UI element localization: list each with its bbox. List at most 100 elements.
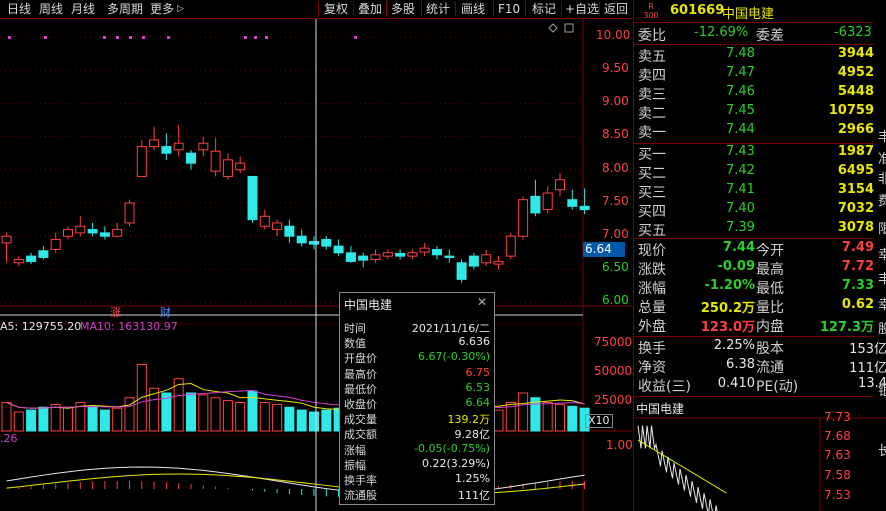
volume-bar — [493, 409, 504, 432]
popup-field-label: 时间 — [344, 322, 366, 335]
side-panel-fragment: 准 — [878, 152, 886, 167]
candle-body — [149, 139, 160, 148]
popup-field-label: 成交额 — [344, 428, 377, 442]
order-book-volume: 4952 — [837, 65, 874, 80]
order-book-price: 7.48 — [726, 46, 755, 61]
stat-value: 6.38 — [726, 357, 755, 372]
popup-title: 中国电建 — [344, 298, 393, 312]
order-book-price: 7.46 — [726, 84, 755, 99]
btn-mark[interactable]: 标记 — [532, 0, 556, 18]
order-book-volume: 3078 — [837, 220, 874, 235]
popup-field-label: 流通股 — [344, 489, 377, 503]
order-book-label: 卖三 — [638, 87, 666, 103]
tab-more[interactable]: 更多 — [150, 0, 174, 18]
btn-add-watchlist[interactable]: +自选 — [565, 0, 599, 18]
candle-body — [235, 162, 246, 171]
btn-draw-line[interactable]: 画线 — [461, 0, 485, 18]
stat-label: 换手 — [638, 341, 666, 357]
popup-field-label: 数值 — [344, 337, 366, 351]
btn-f10[interactable]: F10 — [498, 0, 520, 18]
popup-field-label: 最高价 — [344, 367, 377, 381]
order-book-label: 卖一 — [638, 125, 666, 141]
tab-daily[interactable]: 日线 — [7, 0, 31, 18]
tab-multi-period[interactable]: 多周期 — [107, 0, 143, 18]
btn-overlay[interactable]: 叠加 — [358, 0, 382, 18]
candle-body — [186, 152, 196, 164]
side-panel-fragment: 幸 — [878, 248, 886, 263]
stat-value: 7.44 — [722, 240, 755, 255]
volume-bar — [259, 402, 270, 432]
box-icon[interactable] — [564, 23, 574, 33]
btn-multi-stock[interactable]: 多股 — [391, 0, 415, 18]
signal-marker — [129, 36, 132, 39]
macd-axis-label: 1.00 — [606, 438, 633, 452]
stat-label: 股本 — [756, 341, 784, 357]
kline-chart[interactable] — [0, 19, 632, 511]
stat-value: 7.49 — [841, 240, 874, 255]
more-arrow-icon[interactable]: ▷ — [177, 0, 184, 18]
popup-field-label: 换手率 — [344, 474, 377, 487]
order-book-volume: 3154 — [837, 182, 874, 197]
signal-marker — [254, 36, 257, 39]
badge-bottom: 300 — [643, 11, 659, 20]
volume-bar — [321, 409, 332, 432]
mini-axis-label: 7.73 — [824, 410, 851, 424]
side-panel-fragment: 限 — [878, 222, 886, 237]
stat-label: 今开 — [756, 243, 784, 259]
close-icon[interactable]: ✕ — [477, 295, 487, 309]
stock-code: 601669 — [670, 3, 725, 18]
macd-label: .26 — [0, 432, 18, 445]
volume-bar — [198, 394, 209, 432]
signal-marker — [8, 36, 11, 39]
candle-body — [370, 254, 381, 260]
candle-body — [136, 146, 147, 177]
order-book-label: 卖五 — [638, 49, 666, 65]
btn-adjust[interactable]: 复权 — [324, 0, 348, 18]
vol-unit-tag: X10 — [585, 414, 613, 428]
volume-bar — [555, 403, 565, 432]
stat-label: 总量 — [638, 300, 666, 316]
candle-body — [395, 252, 406, 257]
volume-bar — [173, 378, 184, 432]
finance-annotation[interactable]: 财 — [160, 304, 171, 320]
price-axis-label: 9.00 — [602, 94, 629, 108]
popup-field-value: 6.67(-0.30%) — [418, 350, 490, 364]
order-book-price: 7.39 — [726, 220, 755, 235]
stat-value: 7.33 — [841, 278, 874, 293]
badge-top: R — [648, 2, 654, 11]
tab-monthly[interactable]: 月线 — [71, 0, 95, 18]
candle-body — [493, 260, 504, 265]
order-book-volume: 6495 — [837, 163, 874, 178]
candle-body — [358, 255, 369, 261]
signal-marker — [265, 36, 268, 39]
candle-body — [247, 175, 258, 221]
candle-body — [555, 179, 565, 191]
candle-body — [1, 235, 12, 244]
order-book-label: 买四 — [638, 204, 666, 220]
period-toolbar: 日线 周线 月线 多周期 更多 ▷ 复权 叠加 多股 统计 画线 F10 标记 … — [0, 0, 632, 19]
limit-up-annotation[interactable]: 涨 — [110, 304, 121, 320]
price-axis-label: 7.00 — [602, 227, 629, 241]
btn-back[interactable]: 返回 — [604, 0, 628, 18]
signal-marker — [44, 36, 47, 39]
side-panel-fragment: 股 — [878, 322, 886, 337]
btn-statistics[interactable]: 统计 — [426, 0, 450, 18]
candle-body — [75, 225, 86, 234]
price-axis-label: 7.50 — [602, 194, 629, 208]
diamond-icon[interactable] — [548, 23, 558, 33]
stat-label: 量比 — [756, 300, 784, 316]
stat-value: 111亿 — [849, 361, 886, 376]
volume-bar — [50, 403, 61, 432]
side-panel-fragment: 非 — [878, 172, 886, 187]
volume-bar — [87, 405, 98, 432]
candle-body — [50, 239, 61, 250]
candle-body — [481, 254, 492, 264]
popup-field-value: 2021/11/16/二 — [411, 322, 490, 335]
candle-body — [124, 202, 135, 224]
signal-marker — [354, 36, 357, 39]
order-book-price: 7.42 — [726, 163, 755, 178]
weicha-label: 委差 — [756, 28, 784, 44]
tab-weekly[interactable]: 周线 — [39, 0, 63, 18]
popup-field-label: 开盘价 — [344, 352, 377, 366]
stat-label: 最低 — [756, 281, 784, 297]
